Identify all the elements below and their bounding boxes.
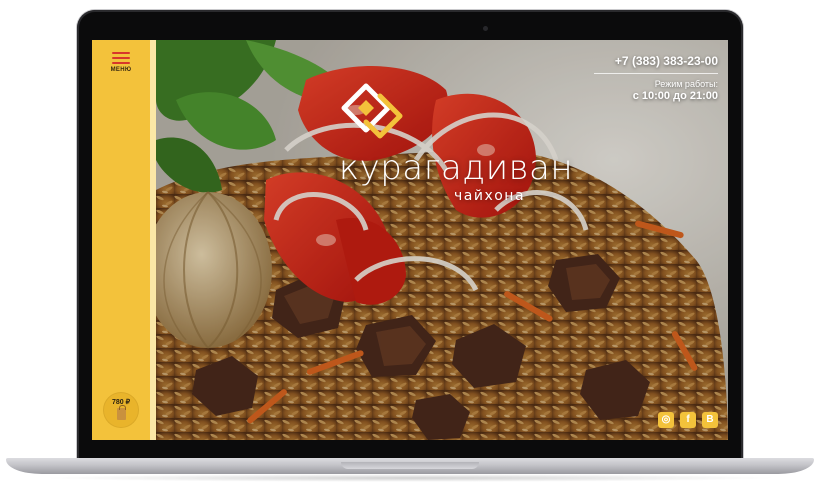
facebook-button[interactable]: f bbox=[680, 412, 696, 428]
laptop-screen: курагадиван чайхона +7 (383) 383-23-00 Р… bbox=[92, 40, 728, 440]
webcam bbox=[483, 26, 488, 31]
brand-logo[interactable]: курагадиван чайхона bbox=[336, 80, 576, 210]
hamburger-icon bbox=[112, 52, 130, 64]
brand-name: курагадиван bbox=[338, 148, 574, 188]
social-links: ◎ f В bbox=[652, 412, 718, 428]
menu-label: МЕНЮ bbox=[110, 67, 132, 73]
hero-food-image: курагадиван чайхона +7 (383) 383-23-00 Р… bbox=[156, 40, 728, 440]
laptop-mockup: курагадиван чайхона +7 (383) 383-23-00 Р… bbox=[0, 0, 820, 490]
vk-icon: В bbox=[706, 414, 714, 425]
cart-button[interactable]: 780 ₽ bbox=[103, 392, 139, 428]
shopping-bag-icon bbox=[117, 405, 126, 420]
instagram-icon: ◎ bbox=[661, 414, 671, 425]
instagram-button[interactable]: ◎ bbox=[658, 412, 674, 428]
vk-button[interactable]: В bbox=[702, 412, 718, 428]
logo-diamond-icon bbox=[341, 83, 403, 139]
laptop-notch bbox=[341, 462, 479, 469]
sidebar: МЕНЮ 780 ₽ bbox=[92, 40, 156, 440]
laptop-shadow bbox=[40, 474, 780, 482]
contacts-divider bbox=[594, 73, 718, 74]
brand-subtitle: чайхона bbox=[454, 188, 526, 204]
phone-link[interactable]: +7 (383) 383-23-00 bbox=[578, 54, 718, 68]
facebook-icon: f bbox=[686, 414, 690, 425]
hours-label: Режим работы: bbox=[654, 79, 718, 89]
menu-button[interactable]: МЕНЮ bbox=[105, 50, 137, 76]
contacts-block: +7 (383) 383-23-00 Режим работы: с 10:00… bbox=[578, 54, 718, 102]
hours-value: с 10:00 до 21:00 bbox=[632, 90, 718, 102]
